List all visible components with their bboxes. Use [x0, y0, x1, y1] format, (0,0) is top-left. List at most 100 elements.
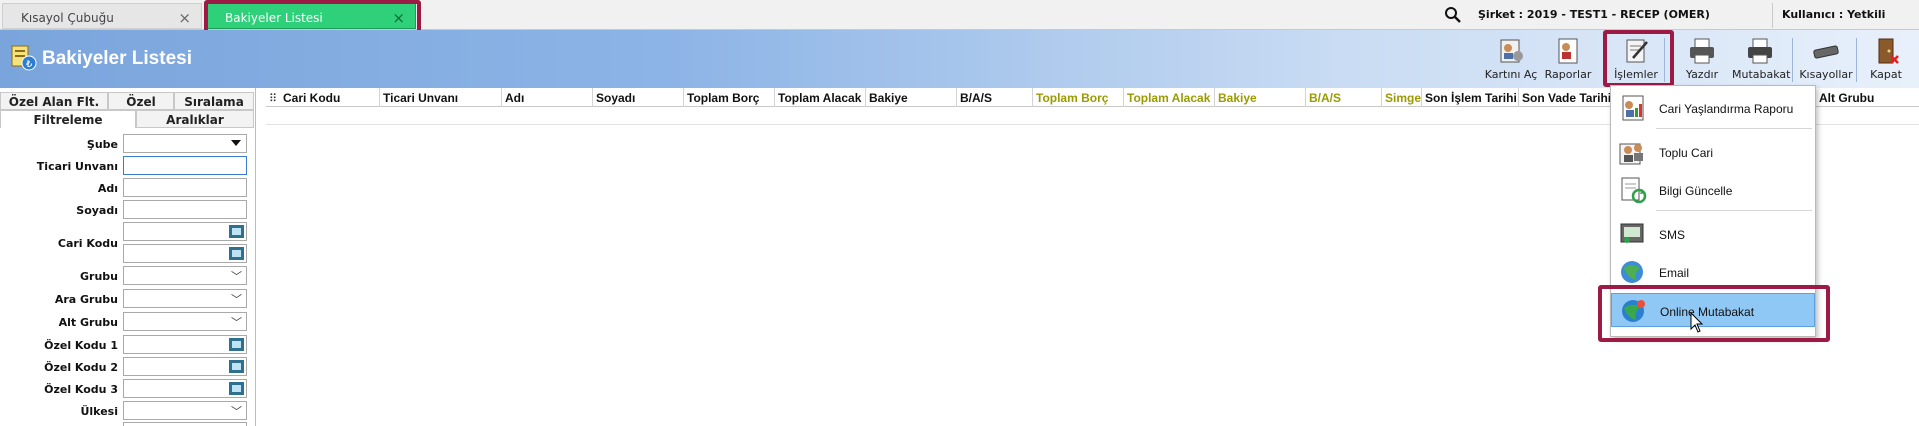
- dropdown-arrow-icon: [231, 140, 241, 146]
- menu-item-label: Cari Yaşlandırma Raporu: [1659, 102, 1794, 116]
- filter-label: Adı: [97, 182, 118, 195]
- close-icon[interactable]: ×: [392, 9, 405, 27]
- special-code-2-input[interactable]: [123, 357, 247, 376]
- column-header[interactable]: Toplam Borç: [1033, 88, 1124, 107]
- filter-row-ozel-kodu-1: Özel Kodu 1: [0, 334, 256, 356]
- column-header[interactable]: Adı: [502, 88, 593, 107]
- country-select[interactable]: ﹀: [123, 401, 247, 420]
- lookup-icon[interactable]: [229, 225, 244, 238]
- menu-item-label: SMS: [1659, 228, 1686, 242]
- column-header[interactable]: Toplam Alacak: [775, 88, 866, 107]
- top-tab-bar: Kısayol Çubuğu × Bakiyeler Listesi × Şir…: [0, 0, 1919, 30]
- operations-icon: [1626, 39, 1648, 63]
- filter-row-alt-grubu: Alt Grubu ﹀: [0, 311, 256, 333]
- user-info: Kullanıcı : Yetkili: [1782, 8, 1886, 21]
- column-header[interactable]: Simge: [1382, 88, 1422, 107]
- column-header[interactable]: Bakiye: [1215, 88, 1306, 107]
- sub-group-select[interactable]: ﹀: [123, 312, 247, 331]
- column-header[interactable]: Cari Kodu: [280, 88, 380, 107]
- menu-item-bulk-accounts[interactable]: Toplu Cari: [1611, 135, 1815, 169]
- tab-araliklar[interactable]: Aralıklar: [136, 110, 254, 128]
- lookup-icon[interactable]: [229, 382, 244, 395]
- next-filter-field[interactable]: [123, 422, 247, 426]
- column-header[interactable]: Bakiye: [866, 88, 957, 107]
- bulk-accounts-icon: [1619, 143, 1643, 165]
- column-header[interactable]: Son Vade Tarihi: [1519, 88, 1619, 107]
- lookup-icon[interactable]: [229, 360, 244, 373]
- toolbar-divider: [1792, 38, 1793, 82]
- shortcuts-button[interactable]: Kısayollar: [1798, 34, 1854, 86]
- column-header[interactable]: B/A/S: [957, 88, 1033, 107]
- column-header[interactable]: B/A/S: [1306, 88, 1382, 107]
- special-code-3-input[interactable]: [123, 379, 247, 398]
- menu-item-label: Online Mutabakat: [1660, 305, 1755, 319]
- open-card-button[interactable]: Kartını Aç: [1483, 34, 1539, 86]
- page-header: ₺ Bakiyeler Listesi Kartını Aç Raporlar: [0, 30, 1919, 88]
- special-code-1-input[interactable]: [123, 335, 247, 354]
- page-title: Bakiyeler Listesi: [42, 48, 192, 69]
- toolbar-label: Mutabakat: [1732, 68, 1791, 81]
- drag-grip-icon[interactable]: ⠿: [269, 92, 277, 105]
- filter-label: Cari Kodu: [57, 237, 118, 250]
- tab-ozel[interactable]: Özel: [108, 92, 174, 110]
- account-code-to-input[interactable]: [123, 244, 247, 263]
- reconciliation-button[interactable]: Mutabakat: [1732, 34, 1791, 86]
- filter-row-soyadi: Soyadı: [0, 199, 256, 221]
- balance-list-icon: ₺: [11, 45, 37, 71]
- menu-item-label: Toplu Cari: [1659, 146, 1714, 160]
- menu-item-online-reconciliation[interactable]: Online Mutabakat: [1611, 293, 1815, 327]
- column-header[interactable]: Toplam Borç: [684, 88, 775, 107]
- group-select[interactable]: ﹀: [123, 266, 247, 285]
- divider: [1772, 3, 1773, 28]
- branch-dropdown[interactable]: [123, 134, 247, 153]
- company-info: Şirket : 2019 - TEST1 - RECEP (OMER): [1478, 8, 1710, 21]
- menu-item-update-info[interactable]: Bilgi Güncelle: [1611, 173, 1815, 207]
- reports-button[interactable]: Raporlar: [1540, 34, 1596, 86]
- tab-bakiyeler-listesi[interactable]: Bakiyeler Listesi ×: [206, 3, 416, 29]
- menu-item-label: Email: [1659, 266, 1690, 280]
- filter-panel: Özel Alan Flt. Özel Sıralama Filtreleme …: [0, 88, 256, 426]
- chevron-down-icon: ﹀: [231, 270, 242, 283]
- tab-ozel-alan-filtre[interactable]: Özel Alan Flt.: [0, 92, 108, 110]
- column-header[interactable]: Ticari Unvanı: [380, 88, 502, 107]
- column-header[interactable]: Alt Grubu: [1816, 88, 1919, 107]
- toolbar-label: İşlemler: [1614, 68, 1658, 81]
- tab-filtreleme[interactable]: Filtreleme: [0, 110, 136, 128]
- operations-button[interactable]: İşlemler: [1608, 34, 1664, 86]
- online-reconciliation-icon: [1622, 300, 1645, 322]
- tab-kisayol-cubugu[interactable]: Kısayol Çubuğu ×: [2, 3, 202, 29]
- filter-label: Özel Kodu 2: [44, 361, 118, 374]
- column-header[interactable]: Toplam Alacak: [1124, 88, 1215, 107]
- close-button[interactable]: Kapat: [1858, 34, 1914, 86]
- lookup-icon[interactable]: [229, 247, 244, 260]
- tab-siralama[interactable]: Sıralama: [174, 92, 254, 110]
- filter-row-ozel-kodu-3: Özel Kodu 3: [0, 378, 256, 400]
- account-code-from-input[interactable]: [123, 222, 247, 241]
- tab-label: Kısayol Çubuğu: [21, 11, 114, 25]
- open-card-icon: [1500, 39, 1523, 63]
- filter-label: Alt Grubu: [58, 316, 118, 329]
- menu-item-aging-report[interactable]: Cari Yaşlandırma Raporu: [1611, 91, 1815, 125]
- search-icon[interactable]: [1444, 6, 1462, 24]
- middle-group-select[interactable]: ﹀: [123, 289, 247, 308]
- filter-label: Ülkesi: [80, 405, 118, 418]
- menu-item-sms[interactable]: SMS: [1611, 217, 1815, 251]
- toolbar-label: Yazdır: [1685, 68, 1719, 81]
- filter-row-cari-kodu: Cari Kodu: [0, 221, 256, 265]
- reports-icon: [1558, 38, 1578, 64]
- trade-name-input[interactable]: [123, 156, 247, 175]
- tab-label: Bakiyeler Listesi: [225, 11, 323, 25]
- toolbar-label: Kartını Aç: [1484, 68, 1538, 81]
- print-button[interactable]: Yazdır: [1674, 34, 1730, 86]
- filter-row-sube: Şube: [0, 133, 256, 155]
- filter-row-ticari-unvani: Ticari Unvanı: [0, 155, 256, 177]
- close-icon[interactable]: ×: [178, 9, 191, 27]
- first-name-input[interactable]: [123, 178, 247, 197]
- menu-item-email[interactable]: Email: [1611, 255, 1815, 289]
- lookup-icon[interactable]: [229, 338, 244, 351]
- filter-label: Özel Kodu 1: [44, 339, 118, 352]
- last-name-input[interactable]: [123, 200, 247, 219]
- column-header[interactable]: Soyadı: [593, 88, 684, 107]
- column-header[interactable]: Son İşlem Tarihi: [1422, 88, 1519, 107]
- filter-label: Soyadı: [76, 204, 118, 217]
